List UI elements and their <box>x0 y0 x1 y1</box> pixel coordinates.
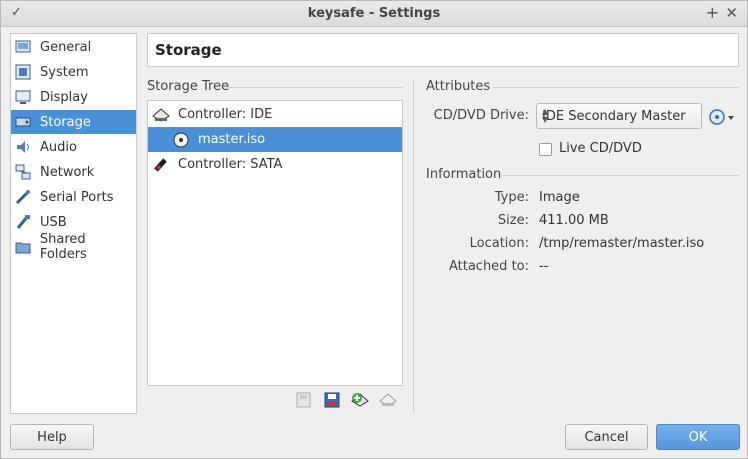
optical-disc-icon <box>172 131 190 149</box>
info-type-value: Image <box>539 190 580 205</box>
audio-icon <box>14 138 32 156</box>
display-icon <box>14 88 32 106</box>
sidebar-item-audio[interactable]: Audio <box>11 135 136 159</box>
sidebar-item-network[interactable]: Network <box>11 160 136 184</box>
window-title: keysafe - Settings <box>307 6 441 21</box>
ide-controller-icon <box>152 106 170 124</box>
help-button[interactable]: Help <box>10 424 94 450</box>
sidebar-item-display[interactable]: Display <box>11 85 136 109</box>
add-controller-icon[interactable] <box>351 391 369 409</box>
serial-ports-icon <box>14 188 32 206</box>
divider <box>493 87 739 88</box>
sidebar-item-storage[interactable]: Storage <box>11 110 136 134</box>
tree-item-controller-ide[interactable]: Controller: IDE <box>148 102 402 127</box>
sidebar-item-usb[interactable]: USB <box>11 210 136 234</box>
cancel-button[interactable]: Cancel <box>565 424 648 450</box>
info-location-value: /tmp/remaster/master.iso <box>539 236 705 251</box>
info-attached-to-label: Attached to: <box>448 259 529 274</box>
tree-item-master-iso[interactable]: master.iso <box>148 127 402 152</box>
tree-item-controller-sata[interactable]: Controller: SATA <box>148 152 402 177</box>
information-label: Information <box>426 167 502 182</box>
sata-controller-icon <box>152 156 170 174</box>
sidebar-item-shared-folders[interactable]: Shared Folders <box>11 232 136 262</box>
general-icon <box>14 38 32 56</box>
sidebar-item-system[interactable]: System <box>11 60 136 84</box>
page-title: Storage <box>155 41 222 59</box>
spinner-arrows-icon: ▲ ▼ <box>542 107 549 124</box>
cd-dvd-drive-select[interactable]: IDE Secondary Master ▲ ▼ <box>536 103 702 129</box>
live-cd-label[interactable]: Live CD/DVD <box>559 141 642 156</box>
info-type-label: Type: <box>494 190 529 205</box>
settings-window: ✓ keysafe - Settings + ✕ General System … <box>0 0 748 459</box>
sidebar-item-serial-ports[interactable]: Serial Ports <box>11 185 136 209</box>
choose-disk-button[interactable] <box>708 107 738 127</box>
storage-icon <box>14 113 32 131</box>
add-hard-disk-icon[interactable] <box>323 391 341 409</box>
shared-folders-icon <box>14 238 32 256</box>
live-cd-checkbox[interactable] <box>539 143 552 156</box>
maximize-icon[interactable]: + <box>706 3 719 22</box>
ok-button[interactable]: OK <box>656 424 740 450</box>
optical-disc-menu-icon <box>709 109 734 125</box>
remove-controller-icon[interactable] <box>379 391 397 409</box>
attributes-label: Attributes <box>426 79 491 94</box>
usb-icon <box>14 213 32 231</box>
title-bar: ✓ keysafe - Settings + ✕ <box>1 1 747 27</box>
add-attachment-icon[interactable] <box>295 391 313 409</box>
info-size-label: Size: <box>497 213 529 228</box>
page-title-box: Storage <box>147 33 739 67</box>
system-icon <box>14 63 32 81</box>
storage-tree-label: Storage Tree <box>147 79 230 94</box>
network-icon <box>14 163 32 181</box>
info-attached-to-value: -- <box>539 259 549 274</box>
info-size-value: 411.00 MB <box>539 213 609 228</box>
divider <box>503 175 739 176</box>
divider <box>227 87 403 88</box>
info-location-label: Location: <box>469 236 529 251</box>
sidebar-item-general[interactable]: General <box>11 35 136 59</box>
close-icon[interactable]: ✕ <box>725 4 738 22</box>
cd-dvd-drive-label: CD/DVD Drive: <box>433 108 529 123</box>
storage-tree[interactable]: Controller: IDE master.iso Controller: S… <box>147 100 403 386</box>
settings-sidebar: General System Display Storage Audio Net… <box>10 33 137 414</box>
